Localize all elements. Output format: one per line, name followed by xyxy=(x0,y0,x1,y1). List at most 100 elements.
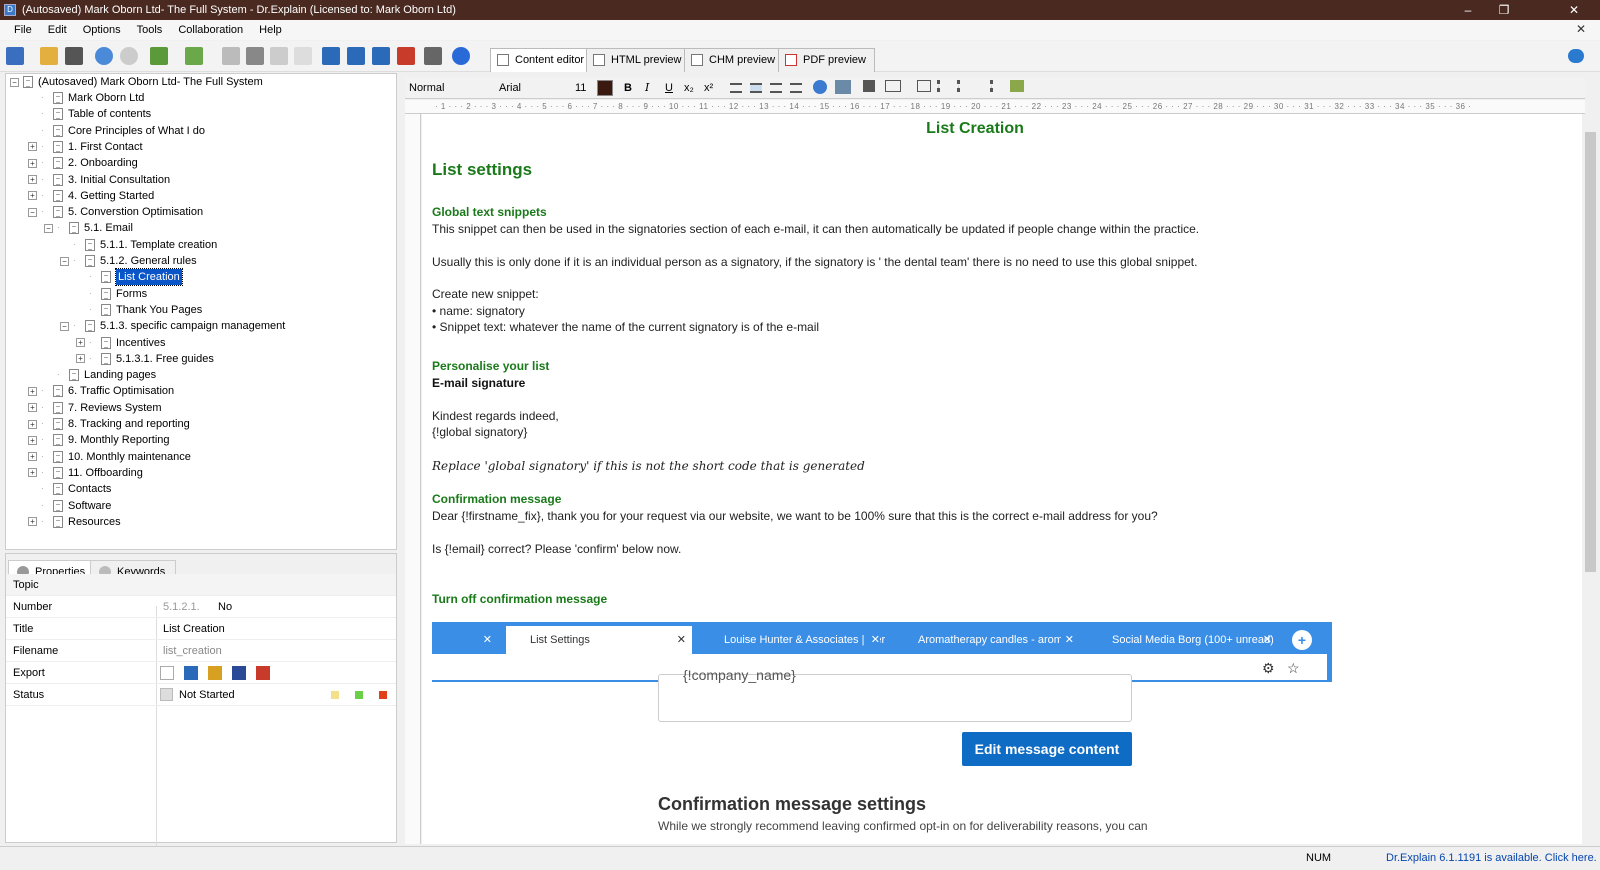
maximize-button[interactable]: ❐ xyxy=(1486,0,1522,20)
menu-file[interactable]: File xyxy=(6,24,40,36)
expand-icon[interactable]: + xyxy=(28,452,37,462)
export-word-toggle-icon[interactable] xyxy=(232,666,246,680)
export-check-icon[interactable] xyxy=(160,666,174,680)
close-document-icon[interactable]: ✕ xyxy=(1576,22,1586,36)
expand-icon[interactable]: + xyxy=(76,338,85,347)
number-flag[interactable]: No xyxy=(218,596,232,618)
expand-icon[interactable]: + xyxy=(28,175,37,184)
export-chm-icon[interactable] xyxy=(347,47,365,65)
bold-button[interactable]: B xyxy=(624,80,632,96)
expand-icon[interactable]: + xyxy=(28,435,37,445)
export-html-icon[interactable] xyxy=(322,47,340,65)
collapse-icon[interactable]: − xyxy=(10,77,19,87)
collapse-icon[interactable]: − xyxy=(28,207,37,217)
browser-tab[interactable]: Louise Hunter & Associates | Der ✕ xyxy=(700,626,886,654)
tree-item[interactable]: − · 5.1.2. General rules xyxy=(60,253,197,269)
open-folder-icon[interactable] xyxy=(40,47,58,65)
content-editor[interactable]: List Creation List settings Global text … xyxy=(422,114,1582,844)
export-pdf-toggle-icon[interactable] xyxy=(256,666,270,680)
settings-tools-icon[interactable] xyxy=(424,47,442,65)
update-link[interactable]: Dr.Explain 6.1.1191 is available. Click … xyxy=(1386,852,1597,864)
insert-object-icon[interactable] xyxy=(863,80,875,92)
undo-edit-icon[interactable] xyxy=(222,47,240,65)
font-size-select[interactable]: 11 xyxy=(575,80,593,96)
expand-icon[interactable]: + xyxy=(28,419,37,429)
collapse-icon[interactable]: − xyxy=(60,321,69,331)
cut-icon[interactable] xyxy=(246,47,264,65)
tree-item[interactable]: · Landing pages xyxy=(44,367,156,383)
paragraph-style-select[interactable]: Normal xyxy=(409,80,489,96)
new-project-icon[interactable] xyxy=(6,47,24,65)
subscript-button[interactable]: x₂ xyxy=(684,80,694,96)
align-right-icon[interactable] xyxy=(770,83,782,93)
insert-link-icon[interactable] xyxy=(813,80,827,94)
text-color-icon[interactable] xyxy=(597,80,613,96)
superscript-button[interactable]: x² xyxy=(704,80,713,96)
tree-item[interactable]: · Contacts xyxy=(28,481,111,497)
expand-icon[interactable]: + xyxy=(28,403,37,413)
tree-item[interactable]: · Core Principles of What I do xyxy=(28,123,205,139)
align-justify-icon[interactable] xyxy=(790,83,802,93)
tree-item[interactable]: · 5.1.1. Template creation xyxy=(60,237,217,253)
spellcheck-icon[interactable] xyxy=(1010,80,1024,92)
save-icon[interactable] xyxy=(65,47,83,65)
export-word-icon[interactable] xyxy=(372,47,390,65)
numbered-list-icon[interactable] xyxy=(957,80,971,92)
bookmark-star-icon[interactable]: ☆ xyxy=(1287,660,1300,677)
export-html-toggle-icon[interactable] xyxy=(184,666,198,680)
menu-options[interactable]: Options xyxy=(75,24,129,36)
redo-icon[interactable] xyxy=(120,47,138,65)
tree-item[interactable]: + · Resources xyxy=(28,514,121,530)
collapse-icon[interactable]: − xyxy=(44,223,53,233)
tree-item[interactable]: − · 5.1.3. specific campaign management xyxy=(60,318,285,334)
export-chm-toggle-icon[interactable] xyxy=(208,666,222,680)
add-topic-icon[interactable] xyxy=(150,47,168,65)
browser-tab-active[interactable]: List Settings ✕ xyxy=(506,626,692,654)
tree-item[interactable]: · Forms xyxy=(76,286,147,302)
font-family-select[interactable]: Arial xyxy=(499,80,569,96)
expand-icon[interactable]: + xyxy=(28,142,37,152)
tree-item[interactable]: − · 5. Converstion Optimisation xyxy=(28,204,203,220)
collapse-icon[interactable]: − xyxy=(60,256,69,266)
tree-item[interactable]: + · 11. Offboarding xyxy=(28,465,143,481)
tree-item[interactable]: · List Creation xyxy=(76,268,183,287)
tree-item[interactable]: · Mark Oborn Ltd xyxy=(28,90,144,106)
export-pdf-icon[interactable] xyxy=(397,47,415,65)
status-value[interactable]: Not Started xyxy=(179,684,235,706)
bullet-list-icon[interactable] xyxy=(937,80,951,92)
tree-item[interactable]: + · 4. Getting Started xyxy=(28,188,154,204)
status-green-icon[interactable] xyxy=(355,691,363,699)
tree-item[interactable]: + · 2. Onboarding xyxy=(28,155,138,171)
status-yellow-icon[interactable] xyxy=(331,691,339,699)
minimize-button[interactable]: – xyxy=(1450,0,1486,20)
insert-image-icon[interactable] xyxy=(835,80,851,94)
tree-item[interactable]: + · 1. First Contact xyxy=(28,139,143,155)
tree-item[interactable]: · Thank You Pages xyxy=(76,302,202,318)
copy-icon[interactable] xyxy=(270,47,288,65)
chat-icon[interactable] xyxy=(1568,49,1584,63)
editor-scrollbar[interactable] xyxy=(1583,114,1598,844)
expand-icon[interactable]: + xyxy=(28,517,37,527)
insert-table-icon[interactable] xyxy=(917,80,931,92)
tab-content-editor[interactable]: Content editor xyxy=(490,48,594,72)
browser-tab[interactable]: Aromatherapy candles - aromati ✕ xyxy=(894,626,1080,654)
tree-item[interactable]: + · 7. Reviews System xyxy=(28,400,162,416)
tree-item[interactable]: + · 10. Monthly maintenance xyxy=(28,449,191,465)
status-red-icon[interactable] xyxy=(379,691,387,699)
insert-field-icon[interactable] xyxy=(885,80,901,92)
translate-icon[interactable]: ⚙ xyxy=(1262,660,1275,677)
italic-button[interactable]: I xyxy=(645,80,649,96)
expand-icon[interactable]: + xyxy=(28,386,37,396)
tab-html-preview[interactable]: HTML preview xyxy=(586,48,691,72)
indent-icon[interactable] xyxy=(990,80,1004,92)
tab-chm-preview[interactable]: CHM preview xyxy=(684,48,785,72)
menu-help[interactable]: Help xyxy=(251,24,290,36)
expand-icon[interactable]: + xyxy=(76,354,85,364)
tree-item[interactable]: + · 3. Initial Consultation xyxy=(28,172,170,188)
tab-pdf-preview[interactable]: PDF preview xyxy=(778,48,875,72)
add-child-topic-icon[interactable] xyxy=(185,47,203,65)
expand-icon[interactable]: + xyxy=(28,468,37,478)
help-icon[interactable] xyxy=(452,47,470,65)
tree-root[interactable]: − (Autosaved) Mark Oborn Ltd- The Full S… xyxy=(10,74,263,90)
title-value[interactable]: List Creation xyxy=(163,618,225,640)
